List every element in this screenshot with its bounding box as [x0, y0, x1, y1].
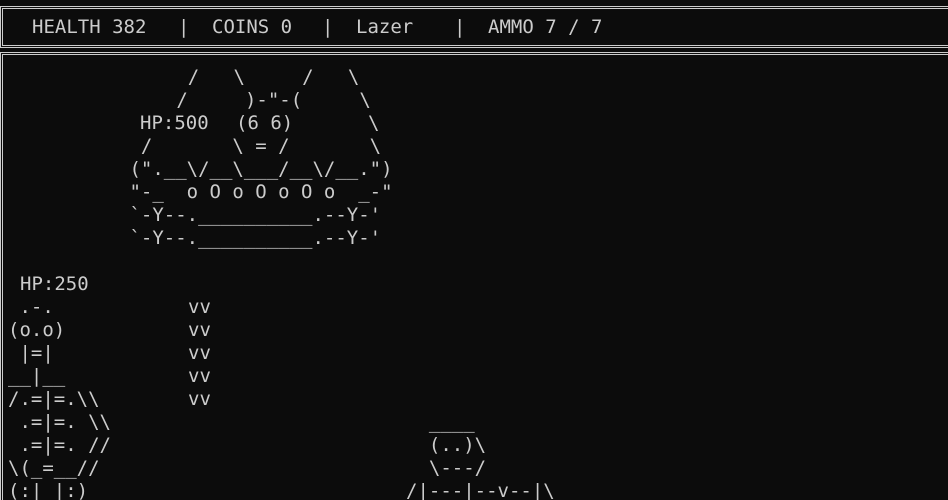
- boss-sprite-edge: \: [368, 112, 380, 134]
- hud-separator: |: [178, 16, 190, 38]
- coins-readout: COINS 0: [212, 16, 293, 38]
- boss-sprite-body: / \ = / \ (".__\/__\___/__\/__.") "-_ o …: [129, 135, 393, 249]
- status-bar: HEALTH 382 | COINS 0 | Lazer | AMMO 7 / …: [0, 6, 602, 48]
- weapon-readout: Lazer: [356, 16, 414, 38]
- boss-face: (6 6): [236, 112, 294, 134]
- hud-separator: |: [322, 16, 334, 38]
- player-sprite: .-. (o.o) |=| __|__ /.=|=.\\ .=|=. \\ .=…: [8, 296, 111, 500]
- player-hp-label: HP:250: [20, 273, 89, 295]
- boss-hp-label: HP:500: [140, 112, 209, 134]
- projectile-stream: vv vv vv vv vv: [188, 296, 211, 410]
- ammo-readout: AMMO 7 / 7: [488, 16, 603, 38]
- health-readout: HEALTH 382: [32, 16, 147, 38]
- hud-separator: |: [454, 16, 466, 38]
- boss-sprite-top: / \ / \ / )-"-( \: [176, 66, 371, 111]
- minion-sprite: ____ (..)\ \---/ /|---|--v--|\: [406, 411, 555, 500]
